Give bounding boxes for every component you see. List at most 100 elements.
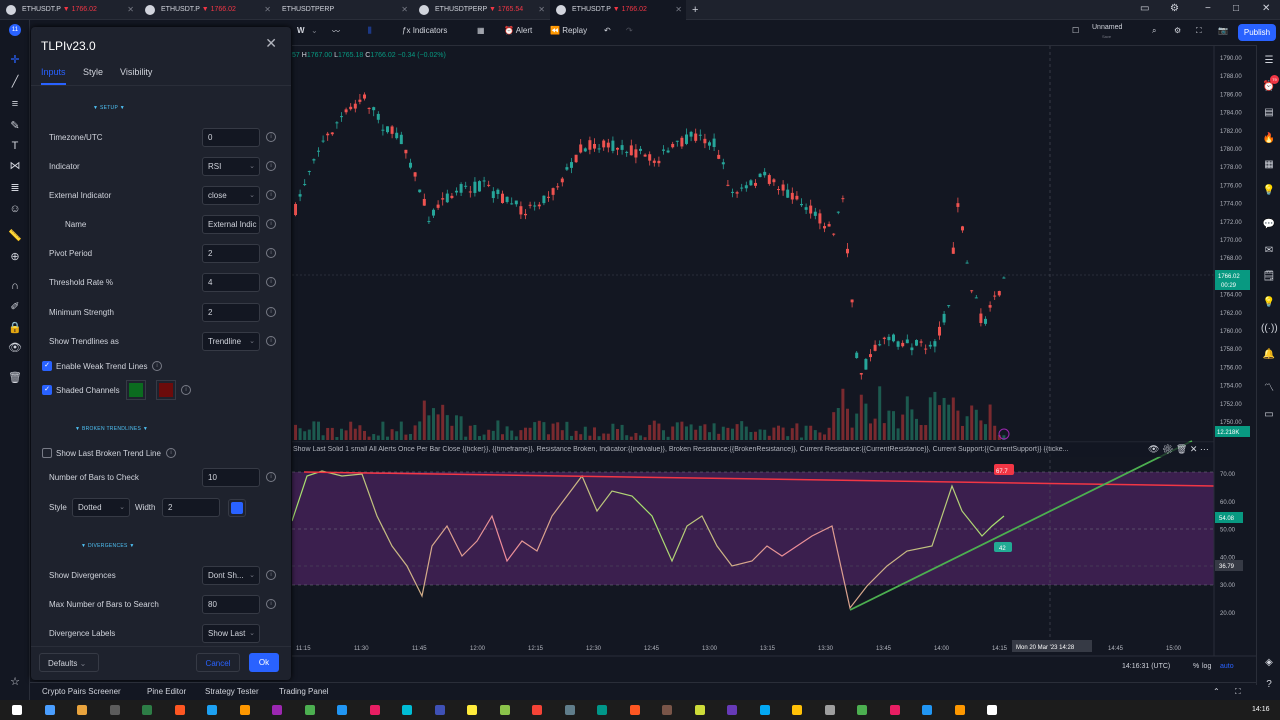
ok-button[interactable]: Ok (249, 653, 279, 672)
taskbar-app-icon[interactable] (857, 705, 867, 715)
tab-trading-panel[interactable]: Trading Panel (279, 687, 329, 696)
indicators-button[interactable]: ƒx Indicators (402, 26, 447, 35)
gear-icon[interactable]: ⚙ (1170, 3, 1179, 14)
tab-4[interactable]: ETHUSDTPERP ▼ 1765.54 ✕ (413, 0, 549, 20)
taskbar-app-icon[interactable] (304, 705, 315, 715)
style-select[interactable]: Dotted ⌄ (72, 498, 130, 517)
line-chart-icon[interactable]: 〰 (332, 26, 340, 37)
candles-icon[interactable]: ⫼ (368, 26, 372, 36)
info-icon[interactable]: i (266, 248, 276, 258)
news-icon[interactable]: ▤ (1261, 105, 1277, 121)
help-bulb-icon[interactable]: 💡 (1261, 295, 1277, 311)
replay-button[interactable]: ⏪ Replay (550, 26, 587, 35)
cancel-button[interactable]: Cancel (196, 653, 240, 672)
tab-crypto-screener[interactable]: Crypto Pairs Screener (42, 687, 121, 696)
taskbar-app-icon[interactable] (337, 705, 347, 715)
more-icon[interactable]: ⋯ (1200, 444, 1209, 454)
star-icon[interactable]: ☆ (7, 674, 23, 690)
ideas-icon[interactable]: 💡 (1261, 183, 1277, 199)
eye-icon[interactable]: 👁 (7, 340, 23, 356)
zoom-icon[interactable]: ⊕ (7, 249, 23, 265)
close-window-icon[interactable]: ✕ (1262, 3, 1270, 14)
maximize-panel-icon[interactable]: ⛶ (1235, 687, 1241, 697)
taskbar-app-icon[interactable] (174, 705, 185, 715)
minimum-strength-input[interactable]: 2 (202, 303, 260, 322)
text-icon[interactable]: T (7, 138, 23, 154)
brush-icon[interactable]: ✎ (7, 118, 23, 134)
tab-style[interactable]: Style (83, 67, 103, 77)
taskbar-app-icon[interactable] (792, 705, 802, 715)
color-swatch-red[interactable] (156, 380, 176, 400)
emoji-icon[interactable]: ☺ (7, 201, 23, 217)
streams-icon[interactable]: ((·)) (1261, 321, 1278, 337)
new-tab-icon[interactable]: + (690, 0, 704, 20)
interval-button[interactable]: W (297, 26, 305, 35)
taskbar-app-icon[interactable] (727, 705, 737, 715)
close-icon[interactable]: ✕ (1190, 444, 1198, 454)
magnet-icon[interactable]: ∩ (7, 278, 23, 294)
gear-icon[interactable]: ⚙ (1162, 444, 1173, 454)
taskbar-app-icon[interactable] (207, 705, 217, 715)
taskbar-app-icon[interactable] (434, 705, 445, 715)
name-input[interactable]: External Indic (202, 215, 260, 234)
taskbar-app-icon[interactable] (142, 705, 152, 715)
chat-icon[interactable]: 💬 (1261, 217, 1277, 233)
close-icon[interactable]: ✕ (264, 0, 271, 20)
close-icon[interactable]: ✕ (401, 0, 408, 20)
external-indicator-select[interactable]: close ⌄ (202, 186, 260, 205)
taskbar-app-icon[interactable] (109, 705, 120, 715)
tab-5-active[interactable]: ETHUSDT.P ▼ 1766.02 ✕ (550, 0, 686, 20)
chevron-up-icon[interactable]: ⌃ (1213, 687, 1220, 696)
taskbar-app-icon[interactable] (597, 705, 607, 715)
close-icon[interactable]: ✕ (538, 0, 545, 20)
publish-button[interactable]: Publish (1238, 24, 1276, 41)
crosshair-icon[interactable]: ✛ (7, 52, 23, 68)
messages-icon[interactable]: ✉ (1261, 243, 1277, 259)
delete-icon[interactable]: 🗑 (1176, 444, 1187, 454)
taskbar-app-icon[interactable] (629, 705, 640, 715)
taskbar-app-icon[interactable] (369, 705, 380, 715)
taskbar-app-icon[interactable] (824, 705, 835, 715)
bell-icon[interactable]: 🔔 (1261, 347, 1277, 363)
taskbar-app-icon[interactable] (564, 705, 575, 715)
info-icon[interactable]: i (266, 161, 276, 171)
tab-visibility[interactable]: Visibility (120, 67, 152, 77)
pivot-period-input[interactable]: 2 (202, 244, 260, 263)
pattern-icon[interactable]: ⋈ (7, 158, 23, 174)
taskbar-app-icon[interactable] (239, 705, 250, 715)
notes-icon[interactable]: 🗒 (1261, 269, 1277, 285)
show-last-broken-checkbox[interactable] (42, 448, 52, 458)
undo-icon[interactable]: ↶ (604, 26, 611, 35)
timezone-input[interactable]: 0 (202, 128, 260, 147)
taskbar-app-icon[interactable] (922, 705, 932, 715)
order-panel-icon[interactable]: ▭ (1261, 407, 1277, 423)
minimize-icon[interactable]: − (1205, 3, 1211, 14)
info-icon[interactable]: i (266, 336, 276, 346)
taskbar-app-icon[interactable] (272, 705, 282, 715)
info-icon[interactable]: i (152, 361, 162, 371)
info-icon[interactable]: i (181, 385, 191, 395)
trendline-icon[interactable]: ╱ (7, 74, 23, 90)
hotlist-icon[interactable]: 🔥 (1261, 131, 1277, 147)
fullscreen-icon[interactable]: ⛶ (1196, 26, 1202, 36)
dom-icon[interactable]: 〽 (1261, 381, 1277, 397)
taskbar-app-icon[interactable] (12, 705, 22, 715)
taskbar-app-icon[interactable] (889, 705, 900, 715)
info-icon[interactable]: i (266, 472, 276, 482)
screen-icon[interactable]: ▭ (1140, 3, 1149, 14)
redo-icon[interactable]: ↷ (626, 26, 633, 35)
show-trendlines-select[interactable]: Trendline ⌄ (202, 332, 260, 351)
info-icon[interactable]: i (266, 190, 276, 200)
info-icon[interactable]: i (266, 132, 276, 142)
bars-check-input[interactable]: 10 (202, 468, 260, 487)
info-icon[interactable]: i (266, 570, 276, 580)
info-icon[interactable]: i (266, 219, 276, 229)
taskbar-app-icon[interactable] (44, 705, 55, 715)
layout-name[interactable]: Unnamed (1092, 24, 1122, 31)
taskbar-app-icon[interactable] (499, 705, 510, 715)
fib-icon[interactable]: ≡ (7, 96, 23, 112)
divergence-labels-select[interactable]: Show Last ⌄ (202, 624, 260, 643)
tab-pine-editor[interactable]: Pine Editor (147, 687, 186, 696)
close-icon[interactable]: ✕ (127, 0, 134, 20)
taskbar-app-icon[interactable] (987, 705, 997, 715)
